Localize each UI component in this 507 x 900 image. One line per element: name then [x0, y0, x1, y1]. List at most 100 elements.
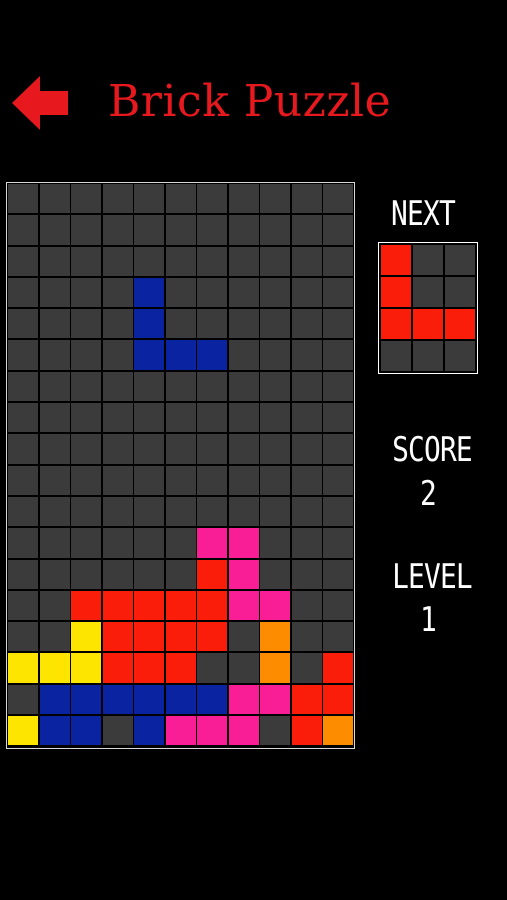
board-block — [134, 716, 164, 746]
board-empty-cell — [228, 622, 259, 652]
board-empty-cell — [228, 496, 259, 527]
board-empty-cell — [102, 434, 133, 464]
board-block — [71, 590, 101, 621]
board-empty-cell — [8, 528, 38, 558]
board-block — [8, 716, 38, 746]
board-empty-cell — [291, 309, 322, 339]
board-empty-cell — [134, 246, 164, 276]
board-empty-cell — [291, 340, 322, 370]
board-empty-cell — [39, 622, 70, 652]
board-empty-cell — [8, 184, 38, 214]
board-empty-cell — [228, 403, 259, 433]
board-empty-cell — [165, 215, 196, 245]
board-empty-cell — [134, 465, 164, 495]
back-button[interactable] — [10, 72, 72, 134]
board-block — [197, 528, 227, 558]
board-empty-cell — [197, 371, 227, 402]
next-block — [445, 309, 475, 339]
board-empty-cell — [102, 215, 133, 245]
board-empty-cell — [197, 496, 227, 527]
board-empty-cell — [102, 465, 133, 495]
board-block — [134, 622, 164, 652]
board-empty-cell — [228, 465, 259, 495]
board-empty-cell — [39, 371, 70, 402]
next-empty-cell — [413, 245, 443, 275]
board-block — [8, 653, 38, 683]
board-empty-cell — [39, 184, 70, 214]
board-empty-cell — [102, 403, 133, 433]
next-label: NEXT — [391, 194, 456, 234]
level-label: LEVEL — [392, 557, 473, 597]
board-empty-cell — [323, 215, 353, 245]
board-empty-cell — [228, 215, 259, 245]
board-block — [134, 340, 164, 370]
board-empty-cell — [39, 403, 70, 433]
board-block — [102, 622, 133, 652]
board-empty-cell — [228, 371, 259, 402]
board-empty-cell — [102, 496, 133, 527]
board-empty-cell — [228, 434, 259, 464]
board-block — [197, 340, 227, 370]
board-empty-cell — [71, 184, 101, 214]
board-block — [323, 653, 353, 683]
board-block — [323, 716, 353, 746]
board-empty-cell — [323, 434, 353, 464]
board-empty-cell — [71, 215, 101, 245]
board-empty-cell — [8, 277, 38, 308]
board-empty-cell — [165, 246, 196, 276]
next-empty-cell — [413, 277, 443, 307]
board-empty-cell — [260, 434, 290, 464]
board-block — [228, 528, 259, 558]
board-empty-cell — [197, 184, 227, 214]
board-empty-cell — [8, 403, 38, 433]
board-empty-cell — [71, 465, 101, 495]
board-empty-cell — [134, 215, 164, 245]
board-empty-cell — [323, 559, 353, 589]
board-empty-cell — [134, 184, 164, 214]
board-block — [134, 684, 164, 715]
next-block — [381, 309, 411, 339]
board-empty-cell — [260, 465, 290, 495]
board-empty-cell — [323, 277, 353, 308]
board-empty-cell — [8, 215, 38, 245]
board-empty-cell — [39, 590, 70, 621]
board-empty-cell — [39, 434, 70, 464]
board-empty-cell — [8, 309, 38, 339]
board-empty-cell — [102, 309, 133, 339]
board-empty-cell — [165, 371, 196, 402]
board-empty-cell — [228, 277, 259, 308]
board-empty-cell — [291, 559, 322, 589]
board-empty-cell — [291, 465, 322, 495]
next-block — [381, 245, 411, 275]
board-empty-cell — [260, 340, 290, 370]
board-empty-cell — [102, 528, 133, 558]
board-block — [291, 684, 322, 715]
board-empty-cell — [228, 184, 259, 214]
board-empty-cell — [323, 622, 353, 652]
board-block — [228, 716, 259, 746]
board-empty-cell — [165, 559, 196, 589]
board-empty-cell — [8, 465, 38, 495]
board-empty-cell — [197, 465, 227, 495]
board-empty-cell — [260, 215, 290, 245]
board-empty-cell — [71, 371, 101, 402]
board-block — [165, 340, 196, 370]
board-empty-cell — [8, 246, 38, 276]
board-empty-cell — [8, 590, 38, 621]
board-empty-cell — [291, 434, 322, 464]
board-block — [197, 590, 227, 621]
board-empty-cell — [165, 309, 196, 339]
arrow-left-icon — [12, 76, 68, 130]
board-empty-cell — [323, 340, 353, 370]
game-board[interactable] — [8, 184, 353, 747]
board-empty-cell — [323, 309, 353, 339]
board-empty-cell — [71, 528, 101, 558]
next-empty-cell — [381, 341, 411, 371]
next-empty-cell — [445, 277, 475, 307]
board-empty-cell — [165, 403, 196, 433]
board-empty-cell — [71, 340, 101, 370]
board-empty-cell — [134, 371, 164, 402]
board-empty-cell — [165, 434, 196, 464]
board-block — [291, 716, 322, 746]
board-empty-cell — [134, 434, 164, 464]
